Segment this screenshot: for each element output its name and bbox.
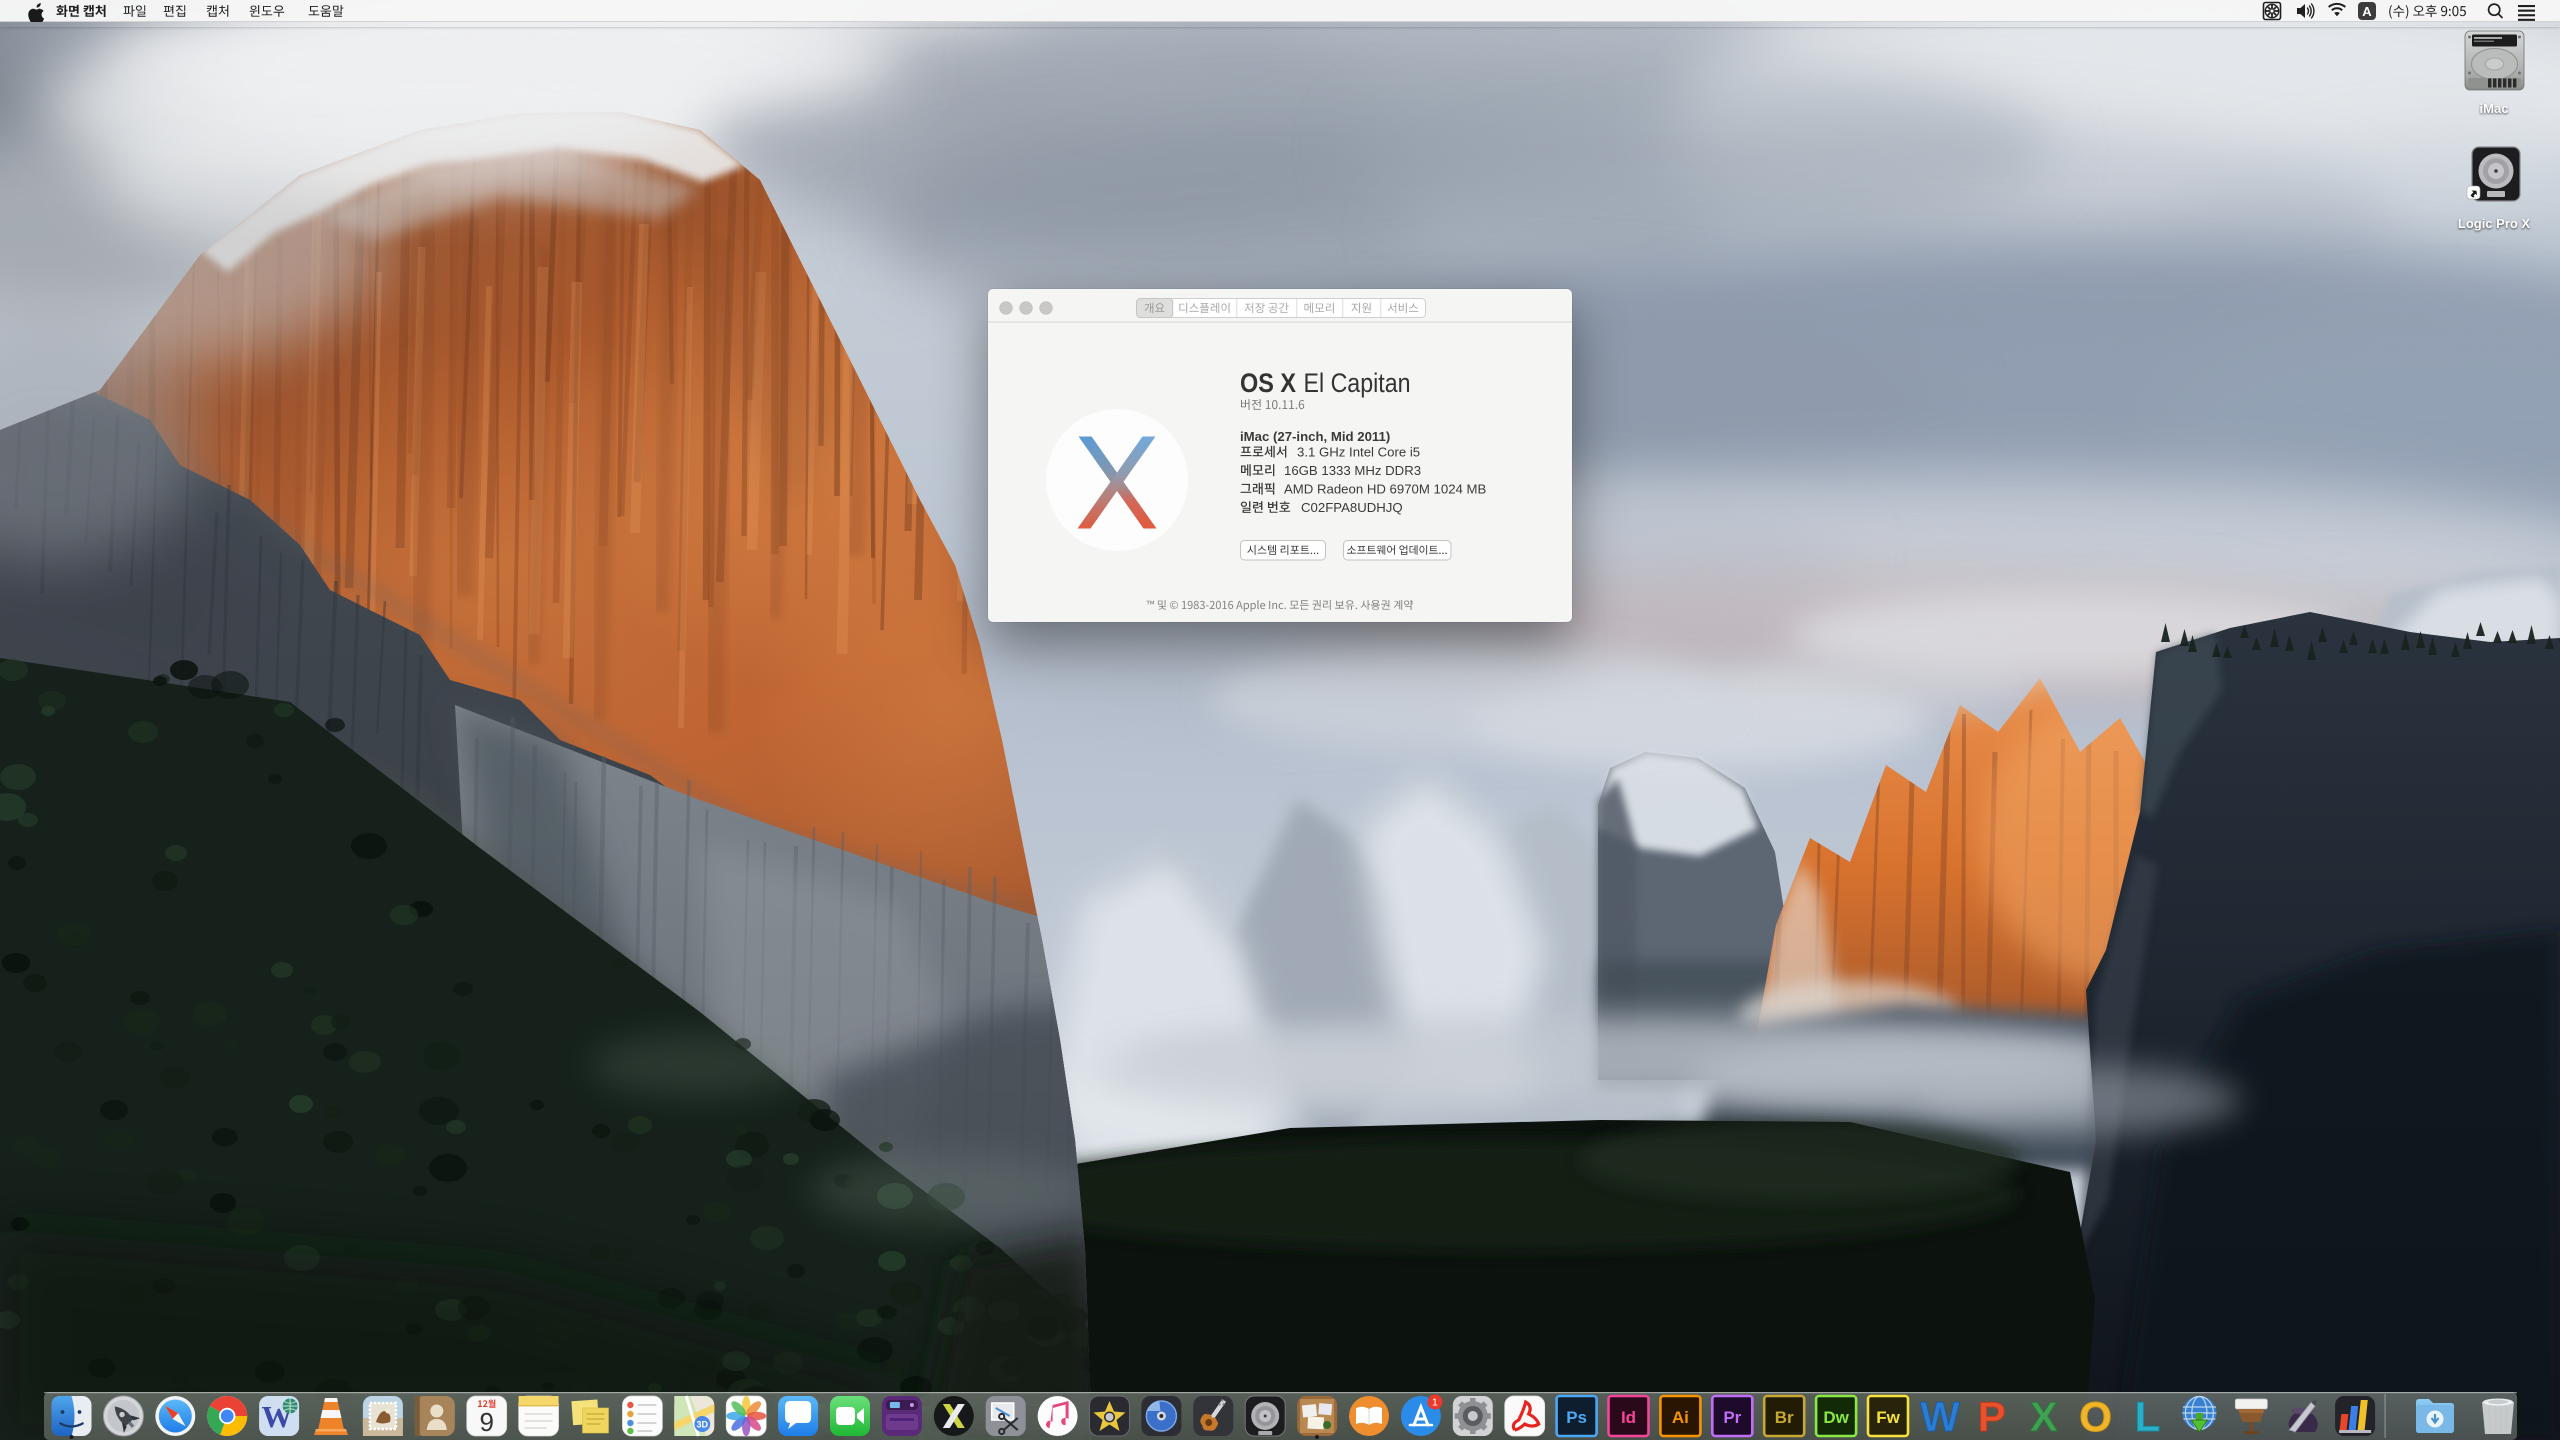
svg-text:AMD Radeon HD 6970M 1024 MB: AMD Radeon HD 6970M 1024 MB — [1284, 482, 1487, 497]
svg-text:Id: Id — [1621, 1408, 1636, 1427]
svg-text:Ai: Ai — [1672, 1408, 1689, 1427]
svg-text:iMac: iMac — [2480, 101, 2509, 116]
svg-text:W: W — [1920, 1393, 1960, 1440]
svg-text:P: P — [1978, 1393, 2006, 1440]
svg-text:Dw: Dw — [1823, 1408, 1849, 1427]
svg-text:L: L — [2135, 1393, 2161, 1440]
svg-text:Fw: Fw — [1876, 1408, 1900, 1427]
svg-text:C02FPA8UDHJQ: C02FPA8UDHJQ — [1301, 500, 1403, 515]
svg-text:16GB 1333 MHz DDR3: 16GB 1333 MHz DDR3 — [1284, 463, 1421, 478]
svg-text:3D: 3D — [697, 1420, 709, 1430]
svg-text:iMac (27-inch, Mid 2011): iMac (27-inch, Mid 2011) — [1240, 429, 1390, 444]
svg-text:Pr: Pr — [1723, 1408, 1741, 1427]
svg-text:9: 9 — [479, 1407, 493, 1437]
svg-text:X: X — [2030, 1393, 2058, 1440]
svg-text:OS X: OS X — [1240, 368, 1296, 398]
svg-text:El Capitan: El Capitan — [1304, 368, 1411, 398]
svg-text:Br: Br — [1775, 1408, 1794, 1427]
svg-text:O: O — [2079, 1393, 2112, 1440]
svg-text:Logic Pro X: Logic Pro X — [2458, 216, 2531, 231]
svg-text:Ps: Ps — [1566, 1408, 1587, 1427]
svg-text:3.1 GHz Intel Core i5: 3.1 GHz Intel Core i5 — [1297, 445, 1420, 460]
svg-text:A: A — [2362, 4, 2372, 19]
svg-text:1: 1 — [1432, 1397, 1438, 1409]
